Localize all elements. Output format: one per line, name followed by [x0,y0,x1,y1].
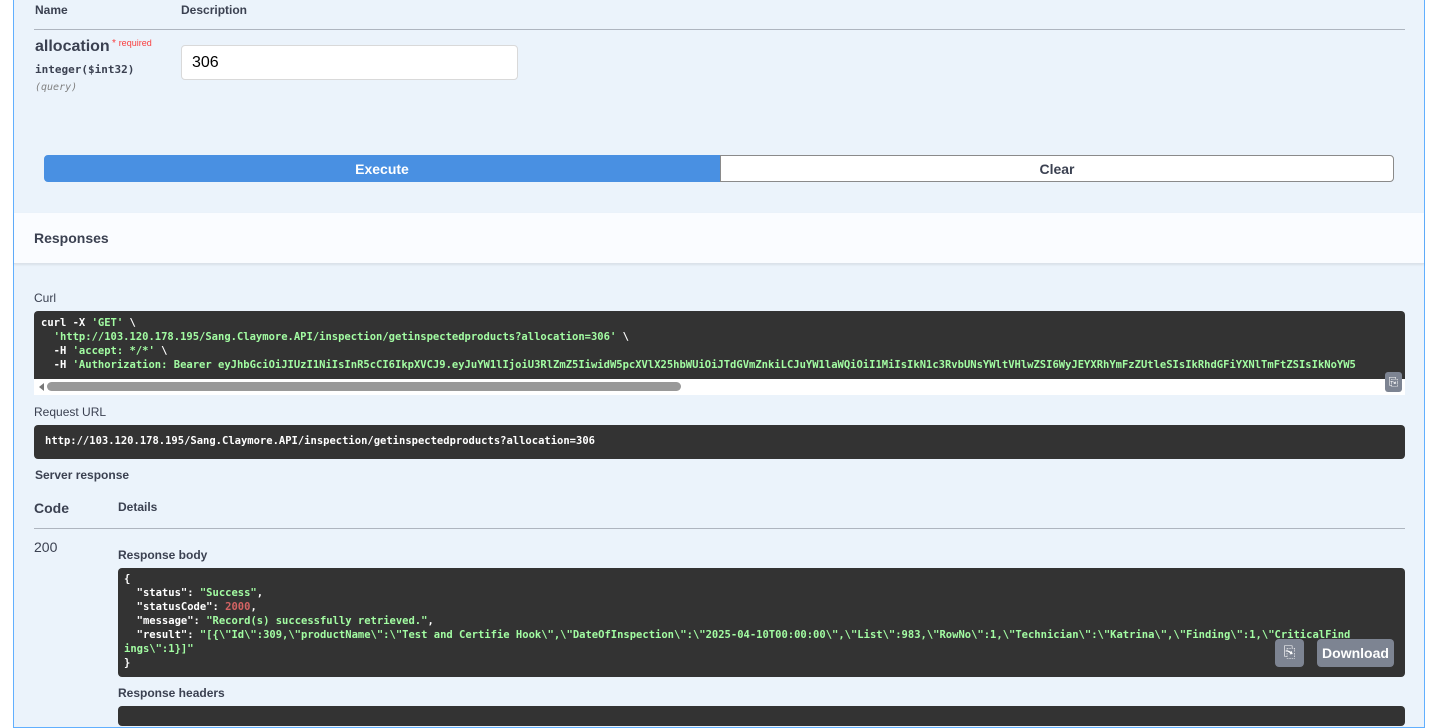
operation-panel: Name Description allocation * required i… [13,0,1425,728]
allocation-input[interactable] [181,45,518,80]
required-star: * [112,38,116,49]
col-description-header: Description [181,3,248,17]
curl-block[interactable]: curl -X 'GET' \ 'http://103.120.178.195/… [34,311,1405,379]
curl-label: Curl [34,291,57,305]
scroll-left-icon[interactable] [39,383,44,391]
request-url-label: Request URL [34,405,107,419]
curl-scrollbar[interactable]: ⎘ [34,372,1405,395]
server-response-label: Server response [35,468,130,482]
request-url: http://103.120.178.195/Sang.Claymore.API… [34,425,1405,459]
param-name: allocation [35,38,110,55]
response-code: 200 [34,539,58,555]
param-type: integer($int32) [35,63,135,76]
param-location: (query) [35,82,78,93]
responses-header: Responses [14,213,1424,264]
response-headers-block [118,706,1405,726]
required-label: required [118,38,152,48]
response-body[interactable]: { "status": "Success", "statusCode": 200… [118,568,1405,677]
details-header: Details [118,500,158,514]
download-button[interactable]: Download [1317,639,1394,667]
clear-button[interactable]: Clear [720,155,1394,182]
copy-curl-icon[interactable]: ⎘ [1385,372,1402,392]
code-header: Code [34,500,69,516]
scrollbar-thumb[interactable] [47,382,681,391]
copy-response-icon[interactable]: ⎘ [1275,639,1304,667]
execute-button[interactable]: Execute [44,155,720,182]
response-body-label: Response body [118,548,208,562]
response-headers-label: Response headers [118,686,225,700]
responses-title: Responses [34,230,109,246]
col-name-header: Name [35,3,68,17]
